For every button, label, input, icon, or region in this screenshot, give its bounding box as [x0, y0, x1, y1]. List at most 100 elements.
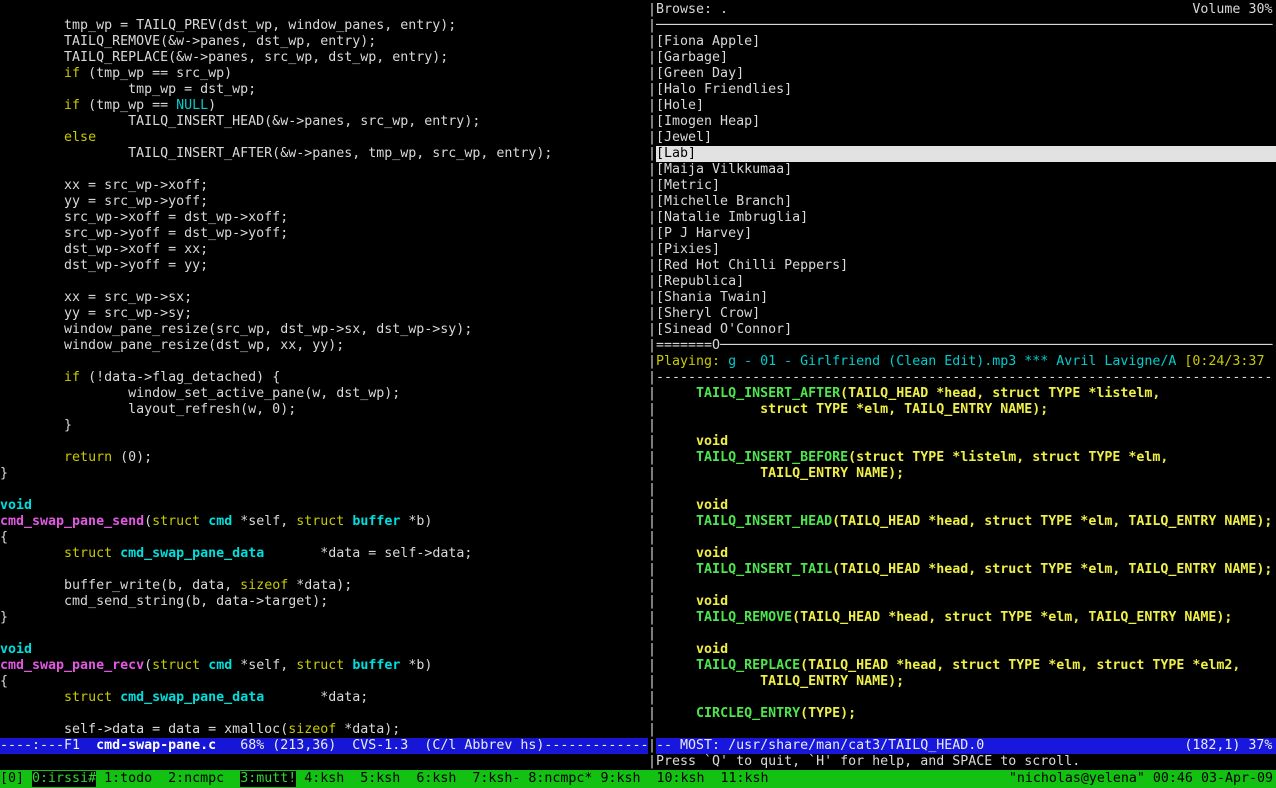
text-segment: | — [648, 130, 656, 146]
tmux-window-list[interactable]: [0] 0:irssi# 1:todo 2:ncmpc 3:mutt! 4:ks… — [0, 771, 769, 787]
text-segment: =======O — [656, 338, 720, 354]
man-line: | TAILQ_INSERT_AFTER(TAILQ_HEAD *head, s… — [648, 386, 1276, 402]
text-segment: [Shania Twain] — [656, 290, 768, 306]
browse-item[interactable]: |[Republica] — [648, 274, 1276, 290]
text-segment: void — [696, 594, 728, 610]
text-segment: tmp_wp = dst_wp; — [0, 82, 256, 98]
text-segment: cmd — [208, 658, 232, 674]
code-line: else — [0, 130, 648, 146]
man-line: | — [648, 482, 1276, 498]
text-segment: *data = self->data; — [264, 546, 472, 562]
code-line: cmd_swap_pane_recv(struct cmd *self, str… — [0, 658, 648, 674]
text-segment: | — [648, 194, 656, 210]
man-line: | — [648, 530, 1276, 546]
text-segment: struct — [64, 690, 112, 706]
text-segment: TAILQ_REPLACE(&w->panes, src_wp, dst_wp,… — [0, 50, 448, 66]
browse-item[interactable]: |[P J Harvey] — [648, 226, 1276, 242]
text-segment — [344, 658, 352, 674]
text-segment: [Michelle Branch] — [656, 194, 792, 210]
man-line: | struct TYPE *elm, TAILQ_ENTRY NAME); — [648, 402, 1276, 418]
text-segment: | — [648, 50, 656, 66]
browse-item-selected[interactable]: |[Lab] — [648, 146, 1276, 162]
code-line: window_pane_resize(src_wp, dst_wp->sx, d… — [0, 322, 648, 338]
text-segment: TAILQ_REMOVE — [696, 610, 792, 626]
text-segment: [Hole] — [656, 98, 704, 114]
browse-item[interactable]: |[Michelle Branch] — [648, 194, 1276, 210]
player-header: |Browse: . Volume 30% — [648, 2, 1276, 18]
text-segment: cmd_swap_pane_data — [120, 690, 264, 706]
text-segment: [Sinead O'Connor] — [656, 322, 792, 338]
browse-item[interactable]: |[Natalie Imbruglia] — [648, 210, 1276, 226]
tmux-window-item: 0:irssi# — [32, 771, 96, 787]
text-segment: buffer_write(b, data, — [0, 578, 240, 594]
text-segment — [0, 98, 64, 114]
browse-item[interactable]: |[Metric] — [648, 178, 1276, 194]
man-line: | TAILQ_ENTRY NAME); — [648, 466, 1276, 482]
browse-item[interactable]: |[Shania Twain] — [648, 290, 1276, 306]
code-line: yy = src_wp->sy; — [0, 306, 648, 322]
text-segment: tmp_wp = TAILQ_PREV(dst_wp, window_panes… — [0, 18, 456, 34]
text-segment: [P J Harvey] — [656, 226, 752, 242]
text-segment: | — [648, 530, 656, 546]
text-segment: | — [648, 354, 656, 370]
text-segment: struct — [296, 658, 344, 674]
text-segment: [Lab] — [656, 146, 1276, 162]
text-segment: void — [696, 546, 728, 562]
text-segment: layout_refresh(w, 0); — [0, 402, 296, 418]
browse-item[interactable]: |[Halo Friendlies] — [648, 82, 1276, 98]
browse-item[interactable]: |[Sinead O'Connor] — [648, 322, 1276, 338]
text-segment: struct — [296, 514, 344, 530]
text-segment: { — [0, 530, 8, 546]
man-line: | TAILQ_INSERT_BEFORE(struct TYPE *liste… — [648, 450, 1276, 466]
text-segment: | — [648, 2, 656, 18]
browse-item[interactable]: |[Sheryl Crow] — [648, 306, 1276, 322]
text-segment — [200, 658, 208, 674]
text-segment: [Garbage] — [656, 50, 728, 66]
text-segment: [Metric] — [656, 178, 720, 194]
code-line: tmp_wp = TAILQ_PREV(dst_wp, window_panes… — [0, 18, 648, 34]
browse-item[interactable]: |[Pixies] — [648, 242, 1276, 258]
text-segment: Playing: — [656, 354, 728, 370]
man-line: | void — [648, 642, 1276, 658]
browse-item[interactable]: |[Green Day] — [648, 66, 1276, 82]
browse-item[interactable]: |[Fiona Apple] — [648, 34, 1276, 50]
text-segment: *data); — [336, 722, 400, 738]
text-segment: (TAILQ_HEAD *head, struct TYPE *elm, TAI… — [792, 610, 1232, 626]
text-segment: cmd_swap_pane_recv — [0, 658, 144, 674]
browse-item[interactable]: |[Hole] — [648, 98, 1276, 114]
code-line: TAILQ_INSERT_HEAD(&w->panes, src_wp, ent… — [0, 114, 648, 130]
text-segment: } — [0, 610, 8, 626]
tmux-window-item: 4:ksh 5:ksh 6:ksh 7:ksh- 8:ncmpc* 9:ksh … — [296, 771, 768, 787]
browse-item[interactable]: |[Garbage] — [648, 50, 1276, 66]
man-line: | void — [648, 594, 1276, 610]
text-segment: | — [648, 82, 656, 98]
browse-item[interactable]: |[Imogen Heap] — [648, 114, 1276, 130]
text-segment: (TAILQ_HEAD *head, struct TYPE *elm, TAI… — [832, 562, 1272, 578]
text-segment: xx = src_wp->xoff; — [0, 178, 208, 194]
code-line — [0, 2, 648, 18]
text-segment: | — [648, 578, 656, 594]
text-segment: yy = src_wp->sy; — [0, 306, 192, 322]
text-segment: void — [0, 642, 32, 658]
browse-item[interactable]: |[Maija Vilkkumaa] — [648, 162, 1276, 178]
text-segment: void — [696, 498, 728, 514]
text-segment: window_set_active_pane(w, dst_wp); — [0, 386, 400, 402]
text-segment: | — [648, 498, 696, 514]
text-segment: *data; — [264, 690, 368, 706]
text-segment: ────────────────────────────────────────… — [720, 338, 1272, 354]
text-segment: struct — [152, 514, 200, 530]
text-segment: (struct TYPE *listelm, struct TYPE *elm, — [848, 450, 1168, 466]
code-line — [0, 482, 648, 498]
text-segment: | — [648, 706, 696, 722]
browse-item[interactable]: |[Jewel] — [648, 130, 1276, 146]
browse-item[interactable]: |[Red Hot Chilli Peppers] — [648, 258, 1276, 274]
text-segment: (TYPE); — [800, 706, 856, 722]
code-line: TAILQ_REPLACE(&w->panes, src_wp, dst_wp,… — [0, 50, 648, 66]
code-line: struct cmd_swap_pane_data *data = self->… — [0, 546, 648, 562]
code-line — [0, 162, 648, 178]
text-segment: { — [0, 674, 8, 690]
text-segment: src_wp->yoff = dst_wp->yoff; — [0, 226, 288, 242]
code-line: xx = src_wp->sx; — [0, 290, 648, 306]
text-segment: ( — [144, 658, 152, 674]
code-line: window_set_active_pane(w, dst_wp); — [0, 386, 648, 402]
